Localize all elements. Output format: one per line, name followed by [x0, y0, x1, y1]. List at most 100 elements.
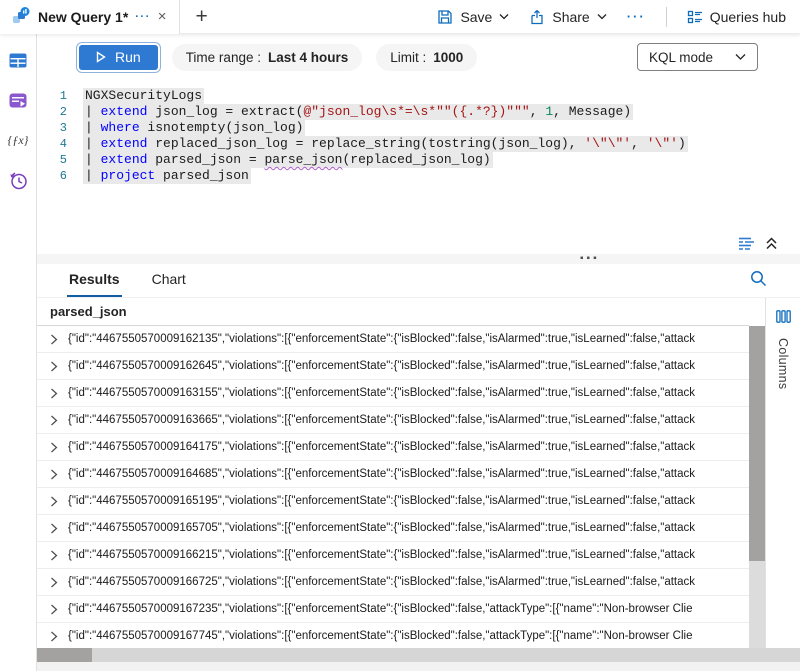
limit-picker[interactable]: Limit : 1000	[376, 44, 477, 71]
table-row[interactable]: {"id":"4467550570009163155","violations"…	[37, 380, 749, 407]
external-data-icon[interactable]	[8, 90, 28, 110]
editor-line[interactable]: 4 | extend replaced_json_log = replace_s…	[37, 136, 800, 152]
table-row[interactable]: {"id":"4467550570009167745","violations"…	[37, 623, 749, 648]
line-code: | extend json_log = extract(@"json_log\s…	[83, 104, 633, 120]
query-mode-select[interactable]: KQL mode	[637, 43, 758, 71]
expand-row-icon[interactable]	[50, 523, 58, 534]
table-row[interactable]: {"id":"4467550570009165195","violations"…	[37, 488, 749, 515]
expand-row-icon[interactable]	[50, 631, 58, 642]
queries-hub-icon	[687, 10, 703, 24]
collapse-editor-icon[interactable]	[765, 237, 778, 250]
query-tab[interactable]: New Query 1* ··· ×	[0, 0, 180, 34]
save-button[interactable]: Save	[437, 9, 509, 25]
line-code: | extend parsed_json = parse_json(replac…	[83, 152, 493, 168]
editor-line[interactable]: 5 | extend parsed_json = parse_json(repl…	[37, 152, 800, 168]
share-icon	[529, 9, 545, 25]
tab-results[interactable]: Results	[67, 271, 122, 297]
expand-row-icon[interactable]	[50, 361, 58, 372]
editor-line[interactable]: 6 | project parsed_json	[37, 168, 800, 184]
time-range-picker[interactable]: Time range : Last 4 hours	[172, 44, 363, 71]
table-row[interactable]: {"id":"4467550570009162135","violations"…	[37, 326, 749, 353]
table-row[interactable]: {"id":"4467550570009164685","violations"…	[37, 461, 749, 488]
search-icon[interactable]	[750, 270, 767, 290]
table-row[interactable]: {"id":"4467550570009167235","violations"…	[37, 596, 749, 623]
queries-hub-button[interactable]: Queries hub	[687, 9, 786, 25]
row-json-text: {"id":"4467550570009163155","violations"…	[68, 387, 695, 399]
line-number: 6	[37, 168, 83, 184]
query-toolbar: Run Time range : Last 4 hours Limit : 10…	[37, 34, 800, 80]
editor-line[interactable]: 3 | where isnotempty(json_log)	[37, 120, 800, 136]
tables-icon[interactable]	[8, 50, 28, 70]
line-number: 5	[37, 152, 83, 168]
table-row[interactable]: {"id":"4467550570009164175","violations"…	[37, 434, 749, 461]
row-json-text: {"id":"4467550570009167745","violations"…	[68, 630, 692, 642]
mode-chevron-down-icon	[735, 53, 746, 61]
editor-line[interactable]: 2 | extend json_log = extract(@"json_log…	[37, 104, 800, 120]
vertical-scrollbar-thumb[interactable]	[749, 326, 765, 561]
limit-value: 1000	[433, 50, 463, 65]
row-json-text: {"id":"4467550570009163665","violations"…	[68, 414, 695, 426]
horizontal-scrollbar-thumb[interactable]	[37, 648, 92, 662]
save-chevron-down-icon[interactable]	[499, 13, 509, 20]
columns-panel-label[interactable]: Columns	[776, 338, 790, 389]
functions-icon[interactable]: {ƒx}	[8, 130, 28, 150]
queries-hub-label: Queries hub	[710, 9, 786, 25]
expand-row-icon[interactable]	[50, 388, 58, 399]
format-query-icon[interactable]	[738, 237, 755, 250]
horizontal-scrollbar[interactable]	[37, 648, 800, 662]
results-rows: {"id":"4467550570009162135","violations"…	[37, 326, 749, 648]
tab-close-icon[interactable]: ×	[158, 9, 167, 24]
table-row[interactable]: {"id":"4467550570009166725","violations"…	[37, 569, 749, 596]
column-header-parsed-json[interactable]: parsed_json	[37, 298, 749, 326]
expand-row-icon[interactable]	[50, 550, 58, 561]
expand-row-icon[interactable]	[50, 442, 58, 453]
run-label: Run	[115, 49, 141, 65]
more-actions-icon[interactable]: ···	[627, 9, 646, 24]
editor-line[interactable]: 1 NGXSecurityLogs	[37, 88, 800, 104]
tab-bar-actions: Save Share ···	[437, 7, 800, 27]
line-number: 3	[37, 120, 83, 136]
content-area: Run Time range : Last 4 hours Limit : 10…	[37, 34, 800, 671]
query-history-icon[interactable]	[8, 170, 28, 190]
share-button[interactable]: Share	[529, 9, 606, 25]
new-tab-button[interactable]: +	[196, 5, 208, 29]
kql-editor[interactable]: 1 NGXSecurityLogs 2 | extend json_log = …	[37, 80, 800, 232]
row-json-text: {"id":"4467550570009165705","violations"…	[68, 522, 695, 534]
tab-title: New Query 1*	[38, 9, 128, 25]
row-json-text: {"id":"4467550570009162645","violations"…	[68, 360, 695, 372]
run-button[interactable]: Run	[79, 45, 158, 70]
results-tab-strip: Results Chart	[37, 264, 800, 298]
share-label: Share	[552, 9, 589, 25]
tab-chart[interactable]: Chart	[150, 271, 188, 297]
line-number: 4	[37, 136, 83, 152]
line-code: | project parsed_json	[83, 168, 251, 184]
time-range-label: Time range :	[186, 50, 261, 65]
query-mode-value: KQL mode	[649, 50, 713, 65]
expand-row-icon[interactable]	[50, 604, 58, 615]
splitter-drag-handle[interactable]: ▪▪▪	[580, 253, 600, 264]
expand-row-icon[interactable]	[50, 334, 58, 345]
save-label: Save	[460, 9, 492, 25]
table-row[interactable]: {"id":"4467550570009166215","violations"…	[37, 542, 749, 569]
share-chevron-down-icon[interactable]	[597, 13, 607, 20]
expand-row-icon[interactable]	[50, 577, 58, 588]
vertical-scrollbar-track[interactable]	[749, 326, 765, 648]
table-row[interactable]: {"id":"4467550570009162645","violations"…	[37, 353, 749, 380]
results-panel: Results Chart parsed_json {"id":"4467550…	[37, 264, 800, 671]
row-json-text: {"id":"4467550570009162135","violations"…	[68, 333, 695, 345]
tab-more-icon[interactable]: ···	[135, 11, 151, 23]
table-row[interactable]: {"id":"4467550570009165705","violations"…	[37, 515, 749, 542]
expand-row-icon[interactable]	[50, 469, 58, 480]
vertical-scrollbar[interactable]	[749, 298, 765, 648]
expand-row-icon[interactable]	[50, 415, 58, 426]
query-tab-logo-icon	[12, 6, 31, 28]
panel-splitter[interactable]: ▪▪▪	[37, 254, 800, 264]
expand-row-icon[interactable]	[50, 496, 58, 507]
row-json-text: {"id":"4467550570009166725","violations"…	[68, 576, 695, 588]
table-row[interactable]: {"id":"4467550570009163665","violations"…	[37, 407, 749, 434]
row-json-text: {"id":"4467550570009164685","violations"…	[68, 468, 695, 480]
results-body: parsed_json {"id":"4467550570009162135",…	[37, 298, 800, 648]
columns-icon[interactable]	[776, 310, 791, 326]
line-code: NGXSecurityLogs	[83, 88, 204, 104]
limit-label: Limit :	[390, 50, 426, 65]
